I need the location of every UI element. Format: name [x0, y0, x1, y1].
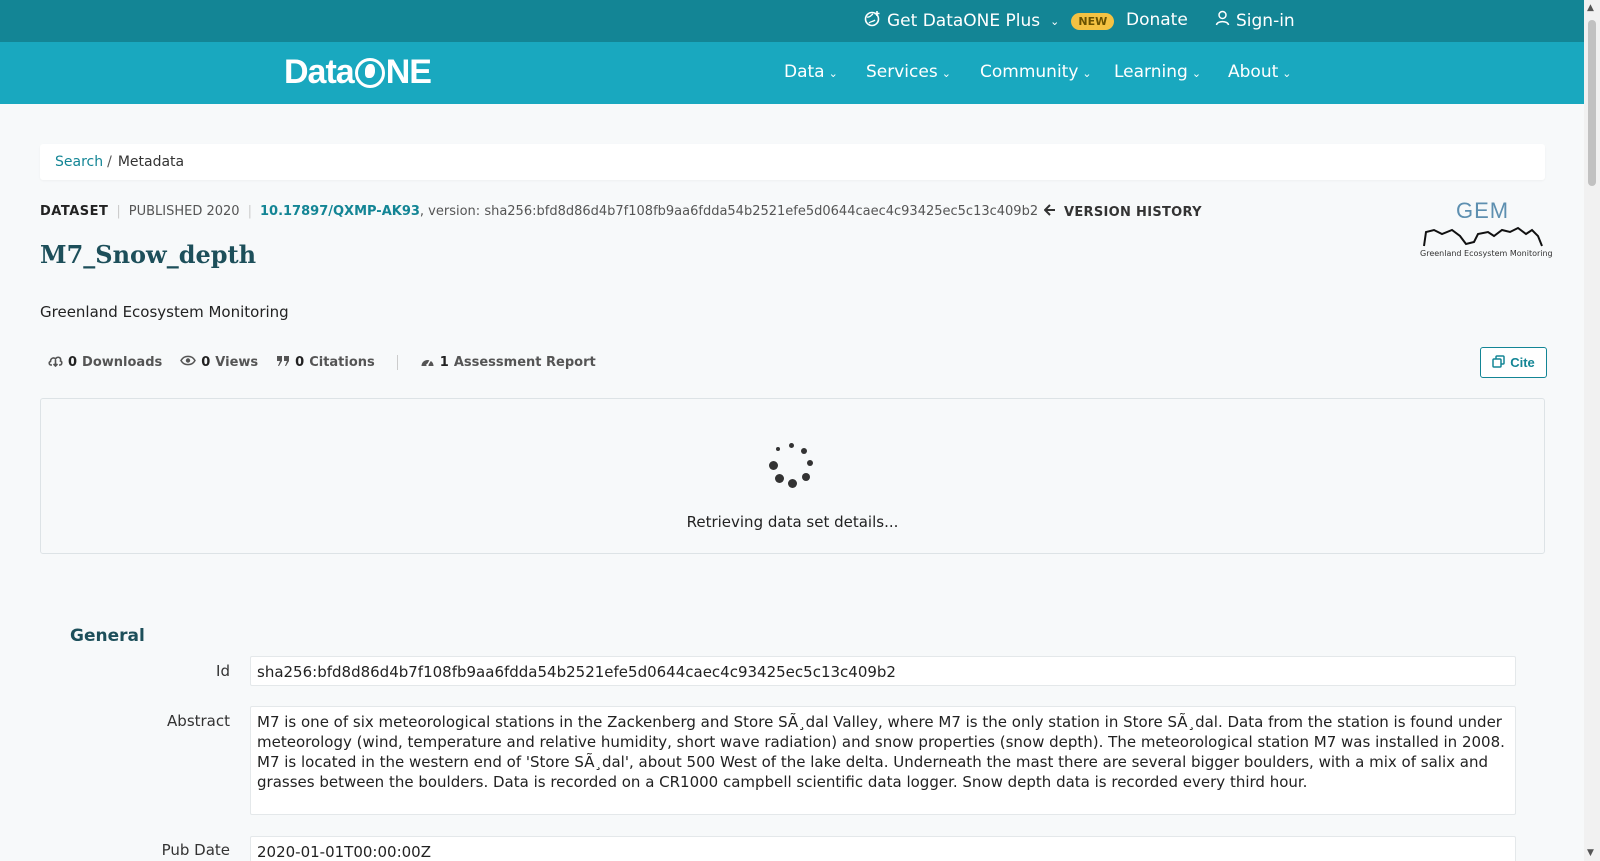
nav-services-label: Services [866, 62, 938, 82]
scrollbar-thumb[interactable] [1588, 20, 1596, 186]
dataset-type: DATASET [40, 204, 109, 219]
quote-icon [276, 355, 290, 371]
chevron-down-icon: ⌄ [1191, 67, 1202, 80]
sign-in-label: Sign-in [1236, 10, 1295, 31]
general-section-title: General [70, 626, 145, 646]
chevron-down-icon: ⌄ [1082, 67, 1092, 80]
chevron-down-icon: ⌄ [1050, 14, 1060, 28]
new-badge: NEW [1071, 12, 1115, 30]
cite-button[interactable]: Cite [1480, 347, 1547, 378]
copy-icon [1492, 354, 1505, 371]
gem-logo: GEM Greenland Ecosystem Monitoring [1418, 196, 1553, 266]
divider: | [116, 204, 121, 219]
breadcrumb: Search / Metadata [40, 144, 1545, 180]
downloads-metric[interactable]: 0 Downloads [48, 354, 162, 371]
pub-date-label: Pub Date [161, 841, 230, 859]
divider: | [247, 204, 252, 219]
chevron-down-icon: ⌄ [1282, 67, 1292, 80]
gem-logo-subtext: Greenland Ecosystem Monitoring [1420, 249, 1553, 258]
cloud-download-icon [48, 354, 63, 371]
assessment-metric[interactable]: 1 Assessment Report [420, 355, 596, 371]
loading-spinner-icon [767, 443, 819, 495]
version-history-label: VERSION HISTORY [1064, 204, 1202, 220]
doi-link[interactable]: 10.17897/QXMP-AK93 [260, 204, 420, 219]
abstract-label: Abstract [167, 712, 230, 730]
citations-count: 0 [295, 355, 305, 370]
loading-panel: Retrieving data set details... [40, 398, 1545, 554]
pub-date-value: 2020-01-01T00:00:00Z [250, 836, 1516, 861]
citations-label: Citations [309, 355, 375, 370]
donate-link[interactable]: Donate [1126, 10, 1188, 30]
get-dataone-plus-label: Get DataONE Plus [887, 11, 1041, 31]
id-label: Id [216, 662, 230, 680]
nav-about[interactable]: About ⌄ [1228, 62, 1291, 82]
breadcrumb-current: Metadata [117, 154, 185, 170]
donate-label: Donate [1126, 10, 1188, 30]
gem-mountain-graphic [1423, 226, 1543, 247]
nav-learning-label: Learning [1114, 62, 1188, 82]
downloads-count: 0 [68, 355, 78, 370]
gem-logo-text: GEM [1456, 198, 1510, 223]
nav-data-label: Data [784, 62, 825, 82]
nav-about-label: About [1228, 62, 1279, 82]
views-label: Views [215, 355, 259, 370]
metrics-divider [396, 355, 398, 370]
nav-learning[interactable]: Learning ⌄ [1114, 62, 1201, 82]
dataset-title: M7_Snow_depth [40, 240, 257, 269]
top-utility-bar: Get DataONE Plus ⌄ NEW Donate Sign-in [0, 0, 1584, 42]
eye-icon [180, 355, 197, 370]
cite-button-label: Cite [1510, 355, 1535, 370]
id-value: sha256:bfd8d86d4b7f108fb9aa6fdda54b2521e… [250, 656, 1516, 686]
scroll-down-icon[interactable]: ▼ [1587, 848, 1594, 858]
views-metric[interactable]: 0 Views [180, 355, 258, 370]
version-string: , version: sha256:bfd8d86d4b7f108fb9aa6f… [419, 204, 1039, 219]
version-history-link[interactable]: VERSION HISTORY [1043, 204, 1202, 220]
assessment-label: Assessment Report [453, 355, 596, 370]
logo-globe-icon [354, 57, 385, 88]
nav-services[interactable]: Services ⌄ [866, 62, 951, 82]
loading-text: Retrieving data set details... [686, 513, 899, 531]
logo-text-ne: NE [385, 53, 432, 91]
dataset-organization: Greenland Ecosystem Monitoring [40, 303, 289, 321]
dashboard-gauge-icon [420, 355, 435, 371]
arrow-left-icon [1043, 204, 1056, 220]
globe-plus-icon [864, 10, 881, 32]
breadcrumb-search-link[interactable]: Search [55, 154, 103, 170]
breadcrumb-separator: / [107, 154, 112, 170]
published-year: PUBLISHED 2020 [128, 204, 240, 219]
abstract-value: M7 is one of six meteorological stations… [250, 706, 1516, 815]
nav-community[interactable]: Community ⌄ [980, 62, 1092, 82]
downloads-label: Downloads [82, 355, 163, 370]
metrics-bar: 0 Downloads 0 Views 0 Citations 1 Assess… [48, 354, 596, 371]
chevron-down-icon: ⌄ [941, 67, 951, 80]
nav-community-label: Community [980, 62, 1079, 82]
scroll-up-icon[interactable]: ▲ [1587, 3, 1594, 13]
assessment-count: 1 [439, 355, 449, 370]
main-navbar: Data NE Data ⌄ Services ⌄ Community ⌄ Learni… [0, 42, 1584, 104]
user-icon [1215, 10, 1230, 31]
dataone-logo[interactable]: Data NE [284, 53, 432, 92]
get-dataone-plus-link[interactable]: Get DataONE Plus ⌄ NEW [864, 10, 1115, 32]
views-count: 0 [201, 355, 211, 370]
logo-text-data: Data [284, 53, 355, 91]
sign-in-link[interactable]: Sign-in [1215, 10, 1295, 31]
page-scrollbar[interactable]: ▲ ▼ [1584, 0, 1600, 861]
citations-metric[interactable]: 0 Citations [276, 355, 375, 371]
nav-data[interactable]: Data ⌄ [784, 62, 838, 82]
chevron-down-icon: ⌄ [828, 67, 838, 80]
citation-header: DATASET | PUBLISHED 2020 | 10.17897/QXMP… [40, 204, 1038, 219]
